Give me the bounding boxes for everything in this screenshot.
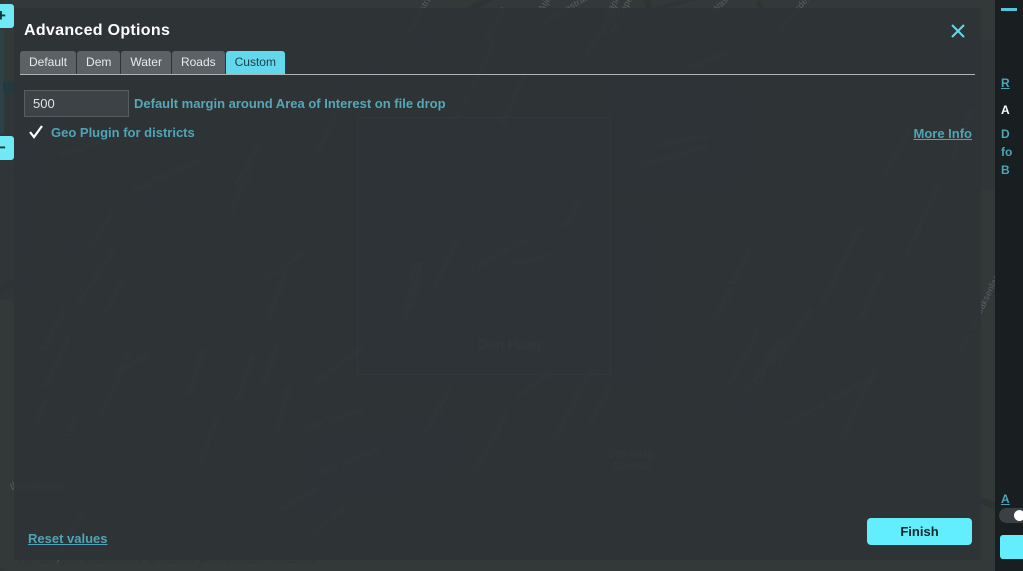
map-zoom-control[interactable]: + − xyxy=(0,4,19,160)
close-icon[interactable] xyxy=(945,18,971,44)
options-tab-bar[interactable]: Default Dem Water Roads Custom xyxy=(20,51,286,75)
panel-toggle-switch[interactable] xyxy=(999,508,1023,523)
zoom-slider-track[interactable] xyxy=(0,30,19,134)
tab-default[interactable]: Default xyxy=(20,51,77,74)
tab-custom[interactable]: Custom xyxy=(225,51,285,74)
margin-input-label: Default margin around Area of Interest o… xyxy=(134,96,446,111)
reset-values-link[interactable]: Reset values xyxy=(28,531,108,546)
tab-dem[interactable]: Dem xyxy=(77,51,121,74)
panel-accent-bar xyxy=(1001,8,1017,11)
more-info-link[interactable]: More Info xyxy=(914,126,973,141)
panel-text-line-truncated: fo xyxy=(1001,145,1013,159)
panel-primary-button[interactable] xyxy=(1000,535,1023,559)
zoom-in-button[interactable]: + xyxy=(0,4,14,28)
right-side-panel[interactable]: R A D fo B A xyxy=(995,0,1023,571)
application-root: BurgemeesterBurg MarijnenlaanJavastraatS… xyxy=(0,0,1023,571)
panel-text-line-truncated: B xyxy=(1001,163,1010,177)
panel-text-line-truncated: D xyxy=(1001,127,1010,141)
tab-roads[interactable]: Roads xyxy=(171,51,225,74)
tab-water[interactable]: Water xyxy=(121,51,171,74)
tab-bar-underline xyxy=(20,74,975,75)
dialog-title: Advanced Options xyxy=(24,22,171,39)
margin-input[interactable] xyxy=(24,90,129,117)
panel-heading-truncated: A xyxy=(1001,103,1010,117)
check-icon[interactable] xyxy=(28,124,44,140)
geo-plugin-label: Geo Plugin for districts xyxy=(51,124,195,140)
panel-bottom-link-truncated[interactable]: A xyxy=(1001,492,1010,506)
zoom-out-button[interactable]: − xyxy=(0,136,14,160)
finish-button[interactable]: Finish xyxy=(867,518,972,545)
geo-plugin-checkbox-row[interactable]: Geo Plugin for districts xyxy=(28,124,195,140)
toggle-knob xyxy=(1014,510,1023,521)
panel-link-truncated[interactable]: R xyxy=(1001,76,1010,90)
advanced-options-dialog: Advanced Options Default Dem Water Roads Cus… xyxy=(14,8,981,560)
